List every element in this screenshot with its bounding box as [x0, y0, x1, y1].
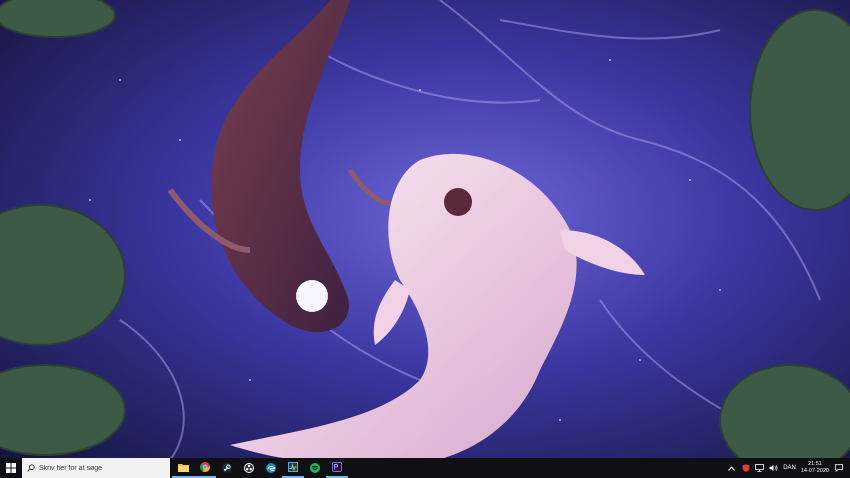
- start-button[interactable]: [0, 458, 22, 478]
- defender-shield-icon: [742, 464, 750, 472]
- chevron-up-icon: [728, 465, 736, 471]
- search-icon: [27, 464, 35, 472]
- spotify-icon: [310, 463, 320, 473]
- koi-wallpaper: [0, 0, 850, 478]
- network-button[interactable]: [755, 464, 765, 473]
- file-explorer-icon: [177, 463, 189, 472]
- taskbar-app-spotify[interactable]: [304, 458, 326, 478]
- system-tray: DAN 21:51 14-07-2020: [727, 458, 850, 478]
- search-box[interactable]: Skriv her for at søge: [22, 458, 170, 478]
- notification-icon: [835, 464, 843, 472]
- taskbar-app-chrome[interactable]: [194, 458, 216, 478]
- search-placeholder: Skriv her for at søge: [39, 464, 103, 472]
- clock-date: 14-07-2020: [800, 468, 829, 474]
- taskbar-app-steam[interactable]: [216, 458, 238, 478]
- taskbar-app-task-manager[interactable]: [282, 458, 304, 478]
- chrome-icon: [200, 462, 210, 472]
- volume-button[interactable]: [769, 464, 778, 473]
- taskbar-app-obs[interactable]: [238, 458, 260, 478]
- task-manager-icon: [288, 462, 298, 472]
- tray-app-button[interactable]: [741, 464, 750, 473]
- taskbar: Skriv her for at søge DAN 21:51 14-07-20…: [0, 458, 850, 478]
- taskbar-apps: [172, 458, 348, 478]
- taskbar-app-edge[interactable]: [260, 458, 282, 478]
- edge-icon: [266, 463, 276, 473]
- windows-logo-icon: [6, 463, 16, 473]
- input-language-button[interactable]: DAN: [783, 465, 796, 471]
- steam-icon: [222, 463, 232, 473]
- speaker-icon: [769, 464, 778, 472]
- desktop[interactable]: Skriv her for at søge DAN 21:51 14-07-20…: [0, 0, 850, 478]
- action-center-button[interactable]: [834, 458, 844, 478]
- clock-button[interactable]: 21:51 14-07-2020: [801, 461, 829, 475]
- taskbar-app-file-explorer[interactable]: [172, 458, 194, 478]
- clock-time: 21:51: [808, 461, 822, 467]
- network-icon: [755, 464, 765, 472]
- premiere-icon: [332, 462, 342, 472]
- obs-icon: [244, 463, 254, 473]
- show-hidden-icons-button[interactable]: [727, 464, 736, 473]
- taskbar-app-premiere[interactable]: [326, 458, 348, 478]
